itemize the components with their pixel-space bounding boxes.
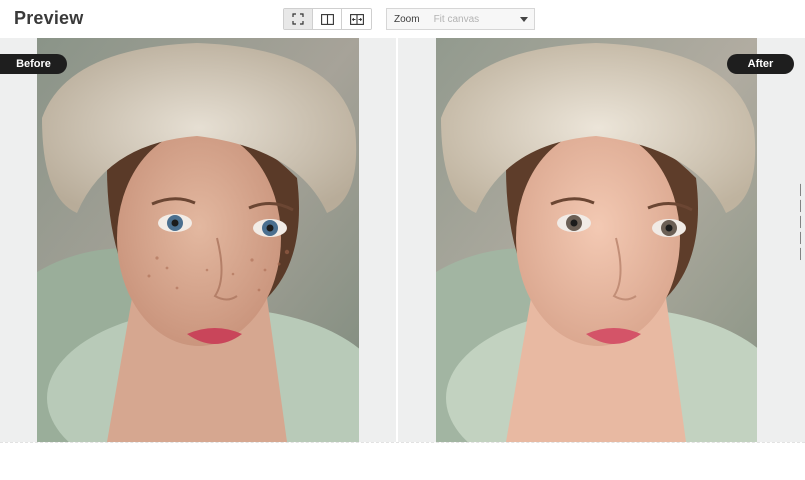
zoom-select[interactable]: Zoom Fit canvas [386,8,535,30]
split-divider[interactable] [396,38,398,442]
fullscreen-icon [292,13,304,25]
split-view-button[interactable] [313,9,342,29]
fullscreen-view-button[interactable] [284,9,313,29]
after-image [436,38,757,442]
chevron-down-icon [520,16,528,22]
slider-compare-button[interactable] [342,9,371,29]
slider-compare-icon [349,13,364,25]
before-image [37,38,359,442]
page-title: Preview [14,8,84,28]
side-panel-edge: │ │ │ │ │ [798,185,805,260]
preview-toolbar: Preview Zoom Fit canvas [0,0,805,38]
zoom-value: Fit canvas [433,13,480,25]
canvas-footer [0,442,805,480]
after-label: After [727,54,794,74]
view-mode-group [283,8,372,30]
split-view-icon [320,13,334,25]
zoom-label: Zoom [394,13,420,25]
before-label: Before [0,54,67,74]
